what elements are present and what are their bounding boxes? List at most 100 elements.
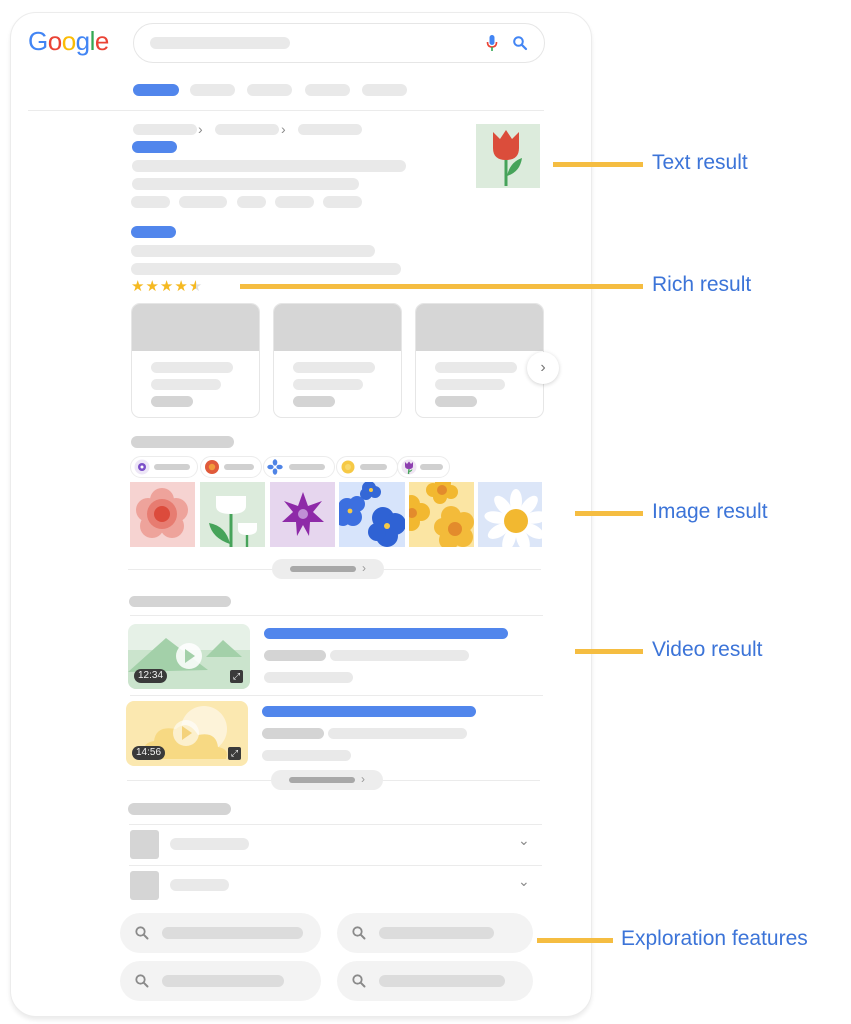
- logo-letter: g: [75, 26, 90, 56]
- yellow-flower-icon: [341, 460, 355, 474]
- section-heading: [131, 436, 234, 448]
- tab-3[interactable]: [247, 84, 292, 96]
- annotation-label-video-result: Video result: [652, 638, 763, 661]
- star-rating: ★★★★★: [131, 279, 203, 295]
- annotation-connector: [575, 649, 643, 654]
- rich-card-line: [151, 362, 233, 373]
- daisy-image[interactable]: [478, 482, 542, 547]
- breadcrumb-part: [298, 124, 362, 135]
- purple-flower-image[interactable]: [270, 482, 335, 547]
- search-icon: [135, 926, 149, 940]
- rich-card-line: [435, 362, 517, 373]
- search-icon: [352, 974, 366, 988]
- mountain-video-thumbnail[interactable]: 12:34 ⤢: [128, 624, 250, 689]
- annotation-label-text-result: Text result: [652, 151, 748, 174]
- purple-flower-icon: [134, 459, 150, 475]
- expand-icon[interactable]: ⤢: [228, 747, 241, 760]
- annotation-connector: [553, 162, 643, 167]
- logo-letter: o: [61, 26, 76, 56]
- rich-card-line: [151, 396, 193, 407]
- rich-result-title-link[interactable]: [131, 226, 176, 238]
- tab-4[interactable]: [305, 84, 350, 96]
- chip-label: [154, 464, 190, 470]
- white-tulips-image[interactable]: [200, 482, 265, 547]
- annotation-connector: [537, 938, 613, 943]
- rich-card-line: [293, 379, 363, 390]
- tab-all[interactable]: [133, 84, 179, 96]
- rich-card-image: [132, 304, 259, 351]
- rich-card-line: [293, 396, 335, 407]
- rich-card-image: [274, 304, 401, 351]
- rich-card-line: [293, 362, 375, 373]
- more-videos-button[interactable]: ›: [271, 770, 383, 790]
- carousel-next-button[interactable]: ›: [527, 352, 559, 384]
- snippet-line: [132, 160, 406, 172]
- red-flower-icon: [205, 460, 219, 474]
- sitelink[interactable]: [275, 196, 314, 208]
- row-divider: [130, 695, 543, 696]
- filter-chip[interactable]: [200, 456, 262, 478]
- search-icon: [352, 926, 366, 940]
- sitelink[interactable]: [323, 196, 362, 208]
- annotation-label-rich-result: Rich result: [652, 273, 752, 296]
- row-divider: [129, 824, 542, 825]
- blue-pansies-image[interactable]: [339, 482, 405, 547]
- breadcrumb-part: [133, 124, 197, 135]
- text-result-title-link[interactable]: [132, 141, 177, 153]
- logo-letter: e: [94, 26, 109, 56]
- rich-card-line: [435, 396, 477, 407]
- filter-chip[interactable]: [130, 456, 198, 478]
- related-search-chip[interactable]: [120, 913, 321, 953]
- sitelink[interactable]: [179, 196, 227, 208]
- video-title-link[interactable]: [264, 628, 508, 639]
- filter-chip[interactable]: [263, 456, 335, 478]
- video-duration: 14:56: [132, 746, 166, 760]
- rich-card[interactable]: [273, 303, 402, 418]
- purple-tulip-icon: [401, 459, 417, 475]
- annotation-connector: [240, 284, 643, 289]
- faq-question: [170, 879, 229, 891]
- chevron-down-icon[interactable]: ⌄: [518, 873, 530, 890]
- tab-5[interactable]: [362, 84, 407, 96]
- search-bar[interactable]: [133, 23, 545, 63]
- logo-letter: G: [28, 26, 48, 56]
- header-divider: [28, 110, 544, 111]
- tab-2[interactable]: [190, 84, 235, 96]
- chevron-right-icon: ›: [362, 561, 366, 575]
- rich-card[interactable]: [131, 303, 260, 418]
- full-stars: ★★★★: [131, 278, 189, 295]
- video-source: [264, 650, 326, 661]
- filter-chip[interactable]: [397, 456, 450, 478]
- chevron-right-icon: ›: [540, 359, 546, 376]
- chevron-down-icon[interactable]: ⌄: [518, 832, 530, 849]
- google-logo[interactable]: Google: [28, 26, 109, 57]
- video-title-link[interactable]: [262, 706, 476, 717]
- mic-icon[interactable]: [486, 34, 498, 52]
- rich-card-image: [416, 304, 543, 351]
- search-icon[interactable]: [512, 35, 528, 51]
- logo-letter: o: [47, 26, 62, 56]
- rich-card-line: [151, 379, 221, 390]
- video-source: [262, 728, 324, 739]
- yellow-flowers-image[interactable]: [409, 482, 474, 547]
- rich-card[interactable]: [415, 303, 544, 418]
- expand-icon[interactable]: ⤢: [230, 670, 243, 683]
- chip-label: [420, 464, 443, 470]
- chip-label: [224, 464, 254, 470]
- search-icon: [135, 974, 149, 988]
- more-images-button[interactable]: ›: [272, 559, 384, 579]
- related-search-chip[interactable]: [337, 961, 533, 1001]
- sun-cloud-video-thumbnail[interactable]: 14:56 ⤢: [126, 701, 248, 766]
- sitelink[interactable]: [237, 196, 266, 208]
- section-heading: [128, 803, 231, 815]
- red-rose-image[interactable]: [130, 482, 195, 547]
- annotation-label-exploration-features: Exploration features: [621, 927, 808, 950]
- tulip-image[interactable]: [476, 124, 540, 188]
- related-search-chip[interactable]: [337, 913, 533, 953]
- annotation-label-image-result: Image result: [652, 500, 768, 523]
- filter-chip[interactable]: [336, 456, 398, 478]
- sitelink[interactable]: [131, 196, 170, 208]
- video-date: [264, 672, 353, 683]
- related-search-chip[interactable]: [120, 961, 321, 1001]
- related-search-label: [379, 975, 505, 987]
